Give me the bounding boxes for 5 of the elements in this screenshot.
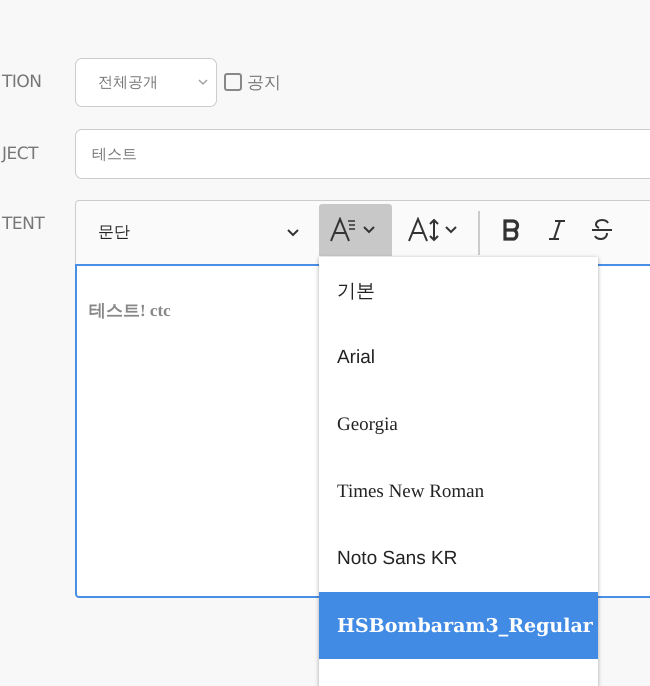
checkbox-label: 공지 — [247, 72, 281, 94]
field-label: TENT — [1, 214, 46, 234]
content-text: 테스트! ctc — [89, 301, 171, 320]
field-label: JECT — [0, 144, 40, 164]
field-label: TION — [1, 72, 42, 92]
